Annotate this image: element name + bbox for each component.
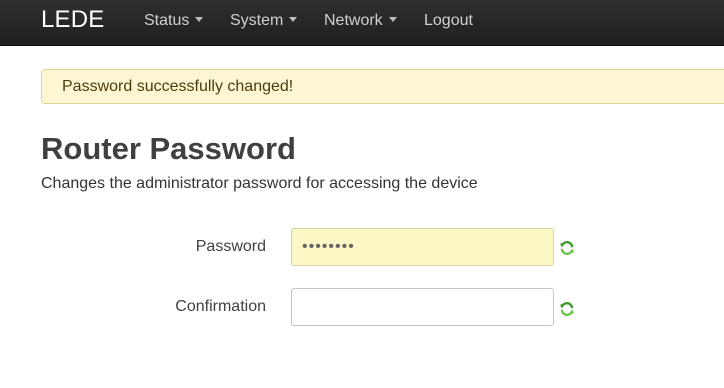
- confirmation-input[interactable]: [291, 288, 554, 326]
- reload-icon[interactable]: [559, 240, 575, 256]
- success-alert: Password successfully changed!: [41, 69, 724, 104]
- page-title: Router Password: [41, 131, 296, 166]
- caret-down-icon: [388, 17, 397, 22]
- caret-down-icon: [195, 17, 204, 22]
- nav-logout-label: Logout: [424, 12, 473, 29]
- nav-logout-link[interactable]: Logout: [424, 12, 473, 32]
- alert-message: Password successfully changed!: [62, 78, 294, 95]
- nav-system-label: System: [230, 12, 284, 29]
- nav-network-label: Network: [324, 12, 383, 29]
- nav-status-label: Status: [144, 12, 190, 29]
- top-navbar: LEDE Status System Network Logout: [0, 0, 724, 46]
- nav-network-menu[interactable]: Network: [324, 12, 397, 32]
- page-description: Changes the administrator password for a…: [41, 175, 478, 192]
- confirmation-label: Confirmation: [175, 298, 266, 315]
- brand-logo[interactable]: LEDE: [41, 6, 105, 34]
- nav-system-menu[interactable]: System: [230, 12, 298, 32]
- nav-status-menu[interactable]: Status: [144, 12, 204, 32]
- caret-down-icon: [289, 17, 298, 22]
- password-input[interactable]: [291, 228, 554, 266]
- reload-icon[interactable]: [559, 301, 575, 317]
- password-label: Password: [195, 238, 266, 255]
